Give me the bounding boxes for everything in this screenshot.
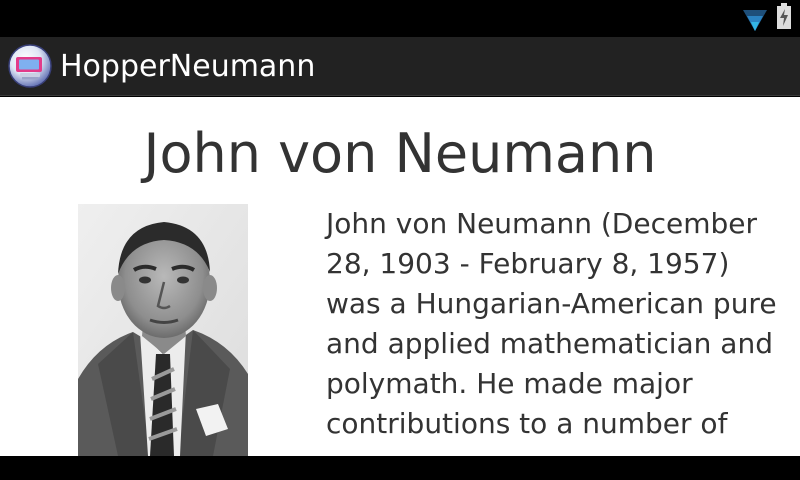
page-title: John von Neumann — [143, 122, 657, 185]
status-bar — [0, 0, 800, 37]
bio-text: John von Neumann (December 28, 1903 - Fe… — [326, 207, 777, 440]
app-title: HopperNeumann — [60, 49, 316, 84]
action-bar: HopperNeumann — [0, 37, 800, 96]
app-icon[interactable] — [8, 44, 52, 88]
screen: HopperNeumann John von Neumann John von … — [0, 0, 800, 480]
wifi-icon — [743, 10, 767, 31]
bottom-bar — [0, 456, 800, 480]
portrait-photo — [78, 204, 248, 456]
content-area: John von Neumann John von Neumann (Decem… — [0, 97, 800, 456]
battery-charging-icon — [777, 3, 791, 29]
